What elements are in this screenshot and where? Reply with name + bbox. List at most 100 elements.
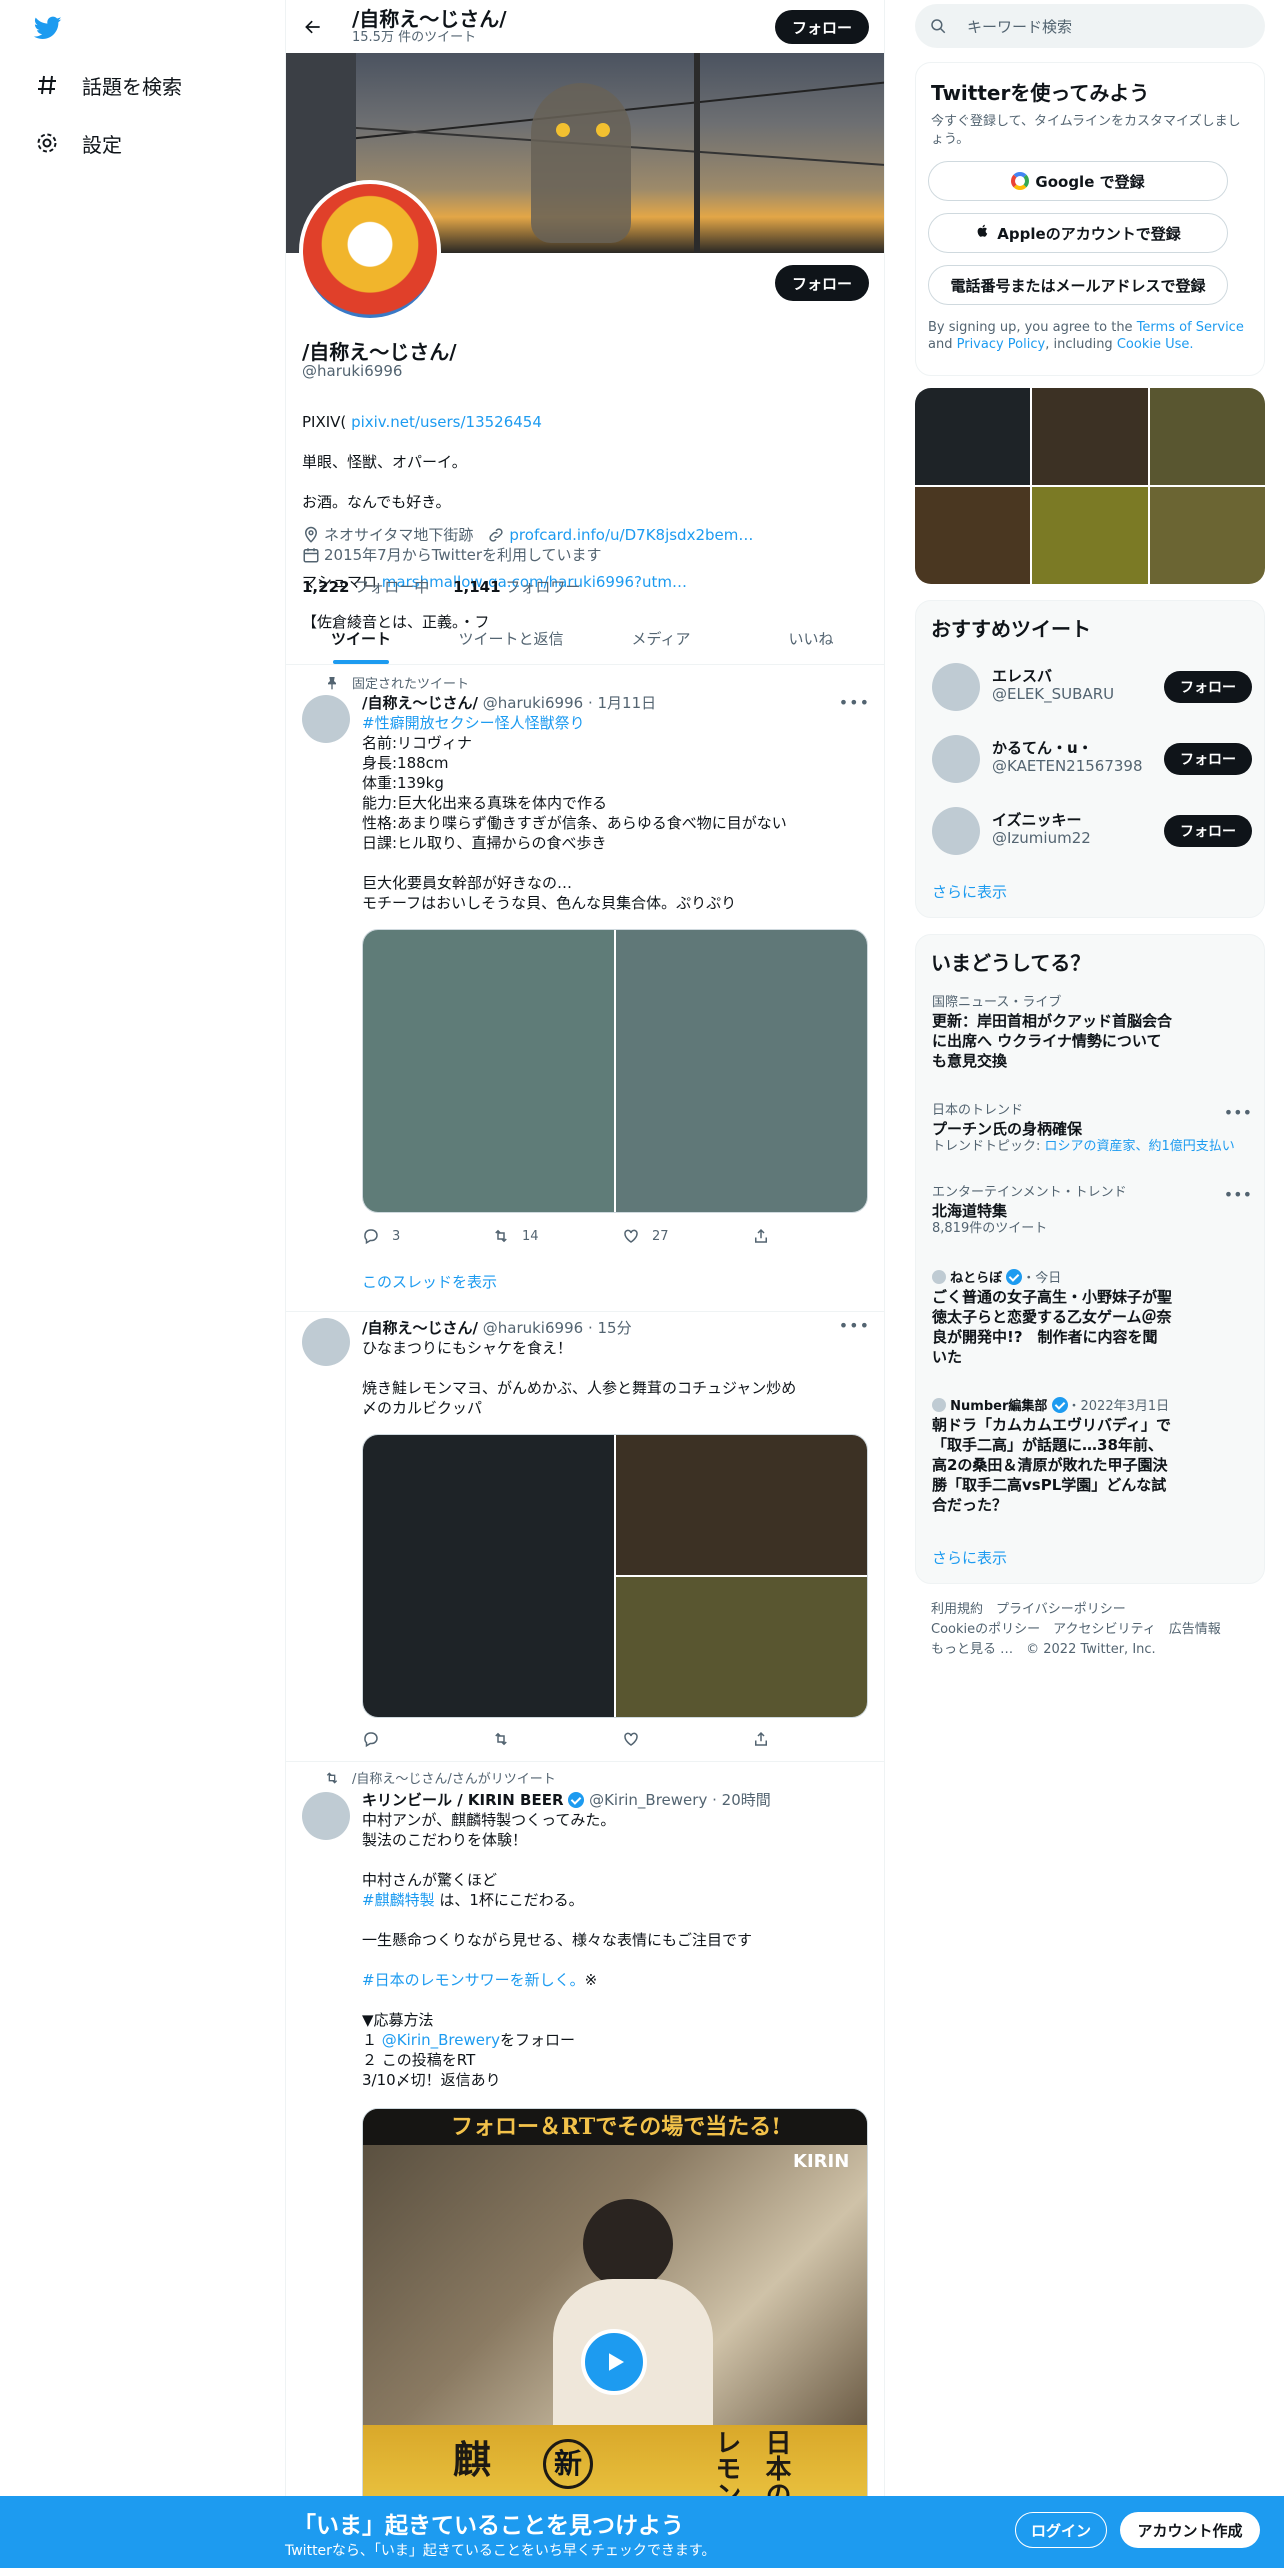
calendar-icon — [302, 546, 320, 564]
retweet-button[interactable]: 14 — [492, 1227, 622, 1245]
avatar[interactable] — [302, 695, 350, 743]
reply-button[interactable] — [362, 1730, 492, 1748]
show-more-link[interactable]: さらに表示 — [932, 1547, 1007, 1568]
google-signup-button[interactable]: Google で登録 — [928, 161, 1228, 201]
tweet-time[interactable]: 20時間 — [722, 1791, 771, 1809]
tab-tweets[interactable]: ツイート — [286, 612, 436, 664]
topbar-tweet-count: 15.5万 件のツイート — [352, 29, 477, 45]
privacy-link[interactable]: Privacy Policy — [957, 337, 1046, 352]
media-thumb[interactable] — [1149, 388, 1265, 485]
avatar[interactable] — [932, 735, 980, 783]
avatar[interactable] — [302, 1318, 350, 1366]
nav-explore-label: 話題を検索 — [82, 74, 182, 99]
media-image[interactable] — [363, 930, 614, 1212]
terms-link[interactable]: Terms of Service — [1137, 320, 1244, 335]
cookie-link[interactable]: Cookie Use. — [1117, 337, 1194, 352]
rec-follow-button[interactable]: フォロー — [1164, 743, 1252, 775]
media-image[interactable] — [363, 1435, 614, 1717]
tweet-hashtag[interactable]: #麒麟特製 — [362, 1891, 435, 1909]
tweet-author-name[interactable]: キリンビール / KIRIN BEER — [362, 1791, 564, 1809]
news-item[interactable]: Number編集部 ・2022年3月1日 朝ドラ「カムカムエヴリバディ」で「取手… — [932, 1397, 1252, 1515]
login-button[interactable]: ログイン — [1015, 2512, 1107, 2548]
trend-item[interactable]: ••• 日本のトレンド プーチン氏の身柄確保 トレンドトピック: ロシアの資産家… — [932, 1103, 1252, 1155]
tweet-author-name[interactable]: /自称え～じさん/ — [362, 1319, 478, 1337]
phone-email-signup-button[interactable]: 電話番号またはメールアドレスで登録 — [928, 265, 1228, 305]
pin-icon — [324, 675, 340, 691]
rec-follow-button[interactable]: フォロー — [1164, 815, 1252, 847]
tweet-media[interactable] — [362, 929, 868, 1213]
reply-button[interactable]: 3 — [362, 1227, 492, 1245]
recommended-account[interactable]: イズニッキー @Izumium22 フォロー — [932, 805, 1252, 857]
search-icon — [929, 17, 947, 35]
following-label: フォロー中 — [354, 578, 430, 596]
news-item[interactable]: ねとらぼ ・今日 ごく普通の女子高生・小野妹子が聖徳太子らと恋愛する乙女ゲーム＠… — [932, 1269, 1252, 1367]
avatar[interactable] — [932, 807, 980, 855]
media-thumb[interactable] — [915, 487, 1031, 584]
back-arrow-icon[interactable] — [296, 10, 330, 44]
footer-line[interactable]: Cookieのポリシー アクセシビリティ 広告情報 — [931, 1620, 1261, 1640]
tweet-author-handle[interactable]: @Kirin_Brewery — [589, 1791, 707, 1809]
twitter-logo-icon[interactable] — [32, 14, 64, 42]
footer-line[interactable]: 利用規約 プライバシーポリシー — [931, 1600, 1261, 1620]
tweet-media[interactable] — [362, 1434, 868, 1718]
tab-media[interactable]: メディア — [586, 612, 736, 664]
more-icon[interactable]: ••• — [1224, 1185, 1252, 1204]
media-thumb[interactable] — [1032, 388, 1148, 485]
topbar-follow-button[interactable]: フォロー — [775, 10, 869, 44]
tweet-author-handle[interactable]: @haruki6996 — [483, 694, 583, 712]
media-thumb[interactable] — [1149, 487, 1265, 584]
tweet[interactable]: 固定されたツイート ••• /自称え～じさん/ @haruki6996 · 1月… — [286, 665, 884, 1312]
tweet-author-name[interactable]: /自称え～じさん/ — [362, 694, 478, 712]
retweet-button[interactable] — [492, 1730, 622, 1748]
tab-tweets-replies[interactable]: ツイートと返信 — [436, 612, 586, 664]
apple-signup-button[interactable]: Appleのアカウントで登録 — [928, 213, 1228, 253]
recommended-account[interactable]: かるてん・u・ @KAETEN21567398 フォロー — [932, 733, 1252, 785]
tweet-line: 製法のこだわりを体験！ — [362, 1831, 528, 1849]
tweet-hashtag[interactable]: #性癖開放セクシー怪人怪獣祭り — [362, 714, 585, 732]
share-button[interactable] — [752, 1227, 882, 1245]
tweet-time[interactable]: 15分 — [598, 1319, 632, 1337]
share-button[interactable] — [752, 1730, 882, 1748]
retweet-icon — [324, 1770, 340, 1786]
tweet-mention-link[interactable]: @Kirin_Brewery — [382, 2031, 500, 2049]
tab-likes[interactable]: いいね — [736, 612, 884, 664]
rec-follow-button[interactable]: フォロー — [1164, 671, 1252, 703]
avatar[interactable] — [302, 1792, 350, 1840]
nav-explore[interactable]: 話題を検索 — [32, 70, 182, 100]
followers-link[interactable]: 1,141 フォロワー — [453, 578, 580, 596]
play-button[interactable] — [581, 2329, 647, 2395]
like-button[interactable]: 27 — [622, 1227, 752, 1245]
tweet[interactable]: /自称え～じさん/さんがリツイート キリンビール / KIRIN BEER @K… — [286, 1762, 884, 2538]
nav-settings[interactable]: 設定 — [32, 128, 122, 158]
trend-sub-link[interactable]: ロシアの資産家、約1億円支払い — [1045, 1139, 1235, 1154]
show-more-link[interactable]: さらに表示 — [932, 881, 1007, 902]
tweet-time[interactable]: 1月11日 — [598, 694, 657, 712]
media-image[interactable] — [616, 1577, 867, 1717]
show-thread-link[interactable]: このスレッドを表示 — [362, 1271, 497, 1292]
more-icon[interactable]: ••• — [1224, 1103, 1252, 1122]
avatar[interactable] — [932, 663, 980, 711]
profile-avatar[interactable] — [299, 180, 441, 322]
trends-card: いまどうしてる？ 国際ニュース・ライブ 更新：岸田首相がクアッド首脳会合に出席へ… — [915, 934, 1265, 1584]
tweet-hashtag[interactable]: #日本のレモンサワーを新しく。 — [362, 1971, 585, 1989]
create-account-button[interactable]: アカウント作成 — [1120, 2512, 1260, 2548]
following-link[interactable]: 1,222 フォロー中 — [302, 578, 429, 596]
recommended-account[interactable]: エレスバ @ELEK_SUBARU フォロー — [932, 661, 1252, 713]
media-image[interactable] — [616, 1435, 867, 1575]
bio-pixiv-link[interactable]: pixiv.net/users/13526454 — [351, 413, 542, 431]
footer-line[interactable]: もっと見る … © 2022 Twitter, Inc. — [931, 1640, 1261, 1660]
profile-website-link[interactable]: profcard.info/u/D7K8jsdx2bem… — [509, 526, 753, 544]
tweet[interactable]: ••• /自称え～じさん/ @haruki6996 · 15分 ひなまつりにもシ… — [286, 1312, 884, 1762]
like-button[interactable] — [622, 1730, 752, 1748]
tweet-author-handle[interactable]: @haruki6996 — [483, 1319, 583, 1337]
media-thumb[interactable] — [1032, 487, 1148, 584]
tweet-context: /自称え～じさん/さんがリツイート — [326, 1768, 556, 1787]
follow-button[interactable]: フォロー — [775, 265, 869, 301]
media-thumb[interactable] — [915, 388, 1031, 485]
ad-brand-logo: KIRIN — [793, 2151, 850, 2172]
search-input[interactable]: キーワード検索 — [915, 4, 1265, 48]
trend-item[interactable]: ••• エンターテインメント・トレンド 北海道特集 8,819件のツイート — [932, 1185, 1252, 1237]
tweet-video[interactable]: フォロー＆RTでその場で当たる! KIRIN 麒 新 レモン 日本の — [362, 2108, 868, 2538]
media-image[interactable] — [616, 930, 867, 1212]
trend-item[interactable]: 国際ニュース・ライブ 更新：岸田首相がクアッド首脳会合に出席へ ウクライナ情勢に… — [932, 995, 1252, 1071]
